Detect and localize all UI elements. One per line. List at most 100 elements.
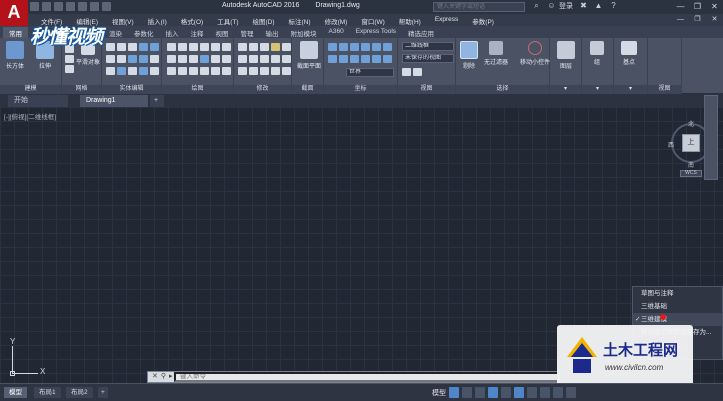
open-file-icon[interactable]: [42, 2, 51, 11]
point-icon[interactable]: [211, 55, 220, 63]
ucs-named-icon[interactable]: [383, 55, 392, 63]
command-history-icon[interactable]: ▸: [169, 372, 173, 382]
rectangle-icon[interactable]: [200, 43, 209, 51]
viewport-controls-label[interactable]: [-][俯视][二维线框]: [4, 111, 56, 121]
interfere-icon[interactable]: [106, 55, 115, 63]
model-space-toggle[interactable]: 模型: [432, 388, 446, 398]
polyline-icon[interactable]: [167, 43, 176, 51]
isodraft-icon[interactable]: [501, 387, 511, 398]
thicken-icon[interactable]: [150, 43, 159, 51]
lineweight-icon[interactable]: [527, 387, 537, 398]
menu-modify[interactable]: 修改(M): [318, 16, 355, 26]
helix-icon[interactable]: [200, 55, 209, 63]
trim-icon[interactable]: [282, 43, 291, 51]
region-icon[interactable]: [222, 55, 231, 63]
a360-icon[interactable]: ▲: [594, 1, 603, 11]
visual-style-dropdown[interactable]: 二维线框: [402, 42, 454, 51]
ucs-x-icon[interactable]: [383, 43, 392, 51]
ucs-origin-icon[interactable]: [350, 43, 359, 51]
group-label-layers[interactable]: ▾: [550, 85, 581, 94]
fillet-edge-icon[interactable]: [117, 55, 126, 63]
layout-tab-model[interactable]: 模型: [4, 387, 27, 398]
spline-icon[interactable]: [178, 55, 187, 63]
mesh-tool-3-icon[interactable]: [65, 65, 74, 73]
menu-window[interactable]: 窗口(W): [354, 16, 391, 26]
command-input[interactable]: [174, 372, 559, 382]
maximize-icon[interactable]: ❐: [689, 0, 706, 14]
group-label-solid-editing[interactable]: 实体编辑: [102, 85, 161, 94]
erase-icon[interactable]: [271, 43, 280, 51]
group-label-groups[interactable]: ▾: [582, 85, 613, 94]
ucs-3point-icon[interactable]: [372, 43, 381, 51]
ucs-world-icon[interactable]: [339, 43, 348, 51]
workspace-3d-basics[interactable]: 三维基础: [633, 300, 722, 313]
viewcube-face[interactable]: 上: [682, 134, 700, 152]
doc-tab-drawing1[interactable]: Drawing1: [80, 95, 148, 107]
offset-edge-icon[interactable]: [128, 67, 137, 75]
minimize-icon[interactable]: —: [672, 0, 689, 14]
separate-icon[interactable]: [150, 55, 159, 63]
color-edges-icon[interactable]: [150, 67, 159, 75]
ortho-icon[interactable]: [475, 387, 485, 398]
scale-icon[interactable]: [260, 43, 269, 51]
move-gizmo-button[interactable]: 移动小控件: [520, 41, 550, 66]
transparency-icon[interactable]: [540, 387, 550, 398]
menu-parametric[interactable]: 参数(P): [465, 16, 501, 26]
no-filter-button[interactable]: 无过滤器: [484, 41, 508, 66]
redo-icon[interactable]: [102, 2, 111, 11]
new-tab-button[interactable]: +: [150, 95, 164, 107]
close-command-icon[interactable]: ✕: [152, 372, 158, 382]
union-icon[interactable]: [106, 43, 115, 51]
polar-icon[interactable]: [488, 387, 498, 398]
application-menu-button[interactable]: A: [0, 0, 28, 26]
construction-line-icon[interactable]: [178, 67, 187, 75]
group-label-modify[interactable]: 修改: [234, 85, 291, 94]
copy-icon[interactable]: [238, 67, 247, 75]
user-icon[interactable]: ☺: [547, 1, 556, 11]
group-label-base[interactable]: ▾: [614, 85, 647, 94]
add-layout-button[interactable]: +: [98, 387, 108, 398]
boundary-icon[interactable]: [189, 67, 198, 75]
save-icon[interactable]: [54, 2, 63, 11]
menu-help[interactable]: 帮助(H): [392, 16, 428, 26]
doc-minimize-icon[interactable]: —: [672, 14, 689, 26]
menu-insert[interactable]: 插入(I): [141, 16, 174, 26]
group-label-view[interactable]: 视图: [398, 85, 455, 94]
subtract-icon[interactable]: [117, 43, 126, 51]
doc-close-icon[interactable]: ✕: [706, 14, 723, 26]
align-icon[interactable]: [249, 67, 258, 75]
menu-view[interactable]: 视图(V): [105, 16, 141, 26]
undo-icon[interactable]: [90, 2, 99, 11]
fillet-icon[interactable]: [271, 55, 280, 63]
mesh-tool-2-icon[interactable]: [65, 55, 74, 63]
world-ucs-dropdown[interactable]: 世界: [346, 68, 394, 77]
taper-faces-icon[interactable]: [139, 67, 148, 75]
wipeout-icon[interactable]: [222, 67, 231, 75]
ellipse-icon[interactable]: [189, 55, 198, 63]
ucs-face-icon[interactable]: [350, 55, 359, 63]
login-link[interactable]: 登录: [559, 1, 573, 11]
offset-icon[interactable]: [260, 67, 269, 75]
menu-format[interactable]: 格式(O): [174, 16, 210, 26]
compass-north[interactable]: 北: [688, 119, 694, 128]
print-icon[interactable]: [78, 2, 87, 11]
group-label-draw[interactable]: 绘图: [162, 85, 233, 94]
compass-south[interactable]: 南: [688, 160, 694, 169]
ucs-previous-icon[interactable]: [372, 55, 381, 63]
base-point-button[interactable]: 基点: [621, 41, 637, 66]
menu-draw[interactable]: 绘图(D): [246, 16, 282, 26]
menu-dimension[interactable]: 标注(N): [282, 16, 318, 26]
move-icon[interactable]: [238, 43, 247, 51]
group-label-view-2[interactable]: 视图: [648, 85, 681, 94]
doc-tab-start[interactable]: 开始: [8, 95, 68, 107]
rotate-icon[interactable]: [249, 43, 258, 51]
ray-icon[interactable]: [167, 67, 176, 75]
group-label-coordinates[interactable]: 坐标: [324, 85, 397, 94]
shell-icon[interactable]: [106, 67, 115, 75]
new-file-icon[interactable]: [30, 2, 39, 11]
saved-view-dropdown[interactable]: 未保存的视图: [402, 54, 454, 63]
3d-osnap-icon[interactable]: [566, 387, 576, 398]
save-as-icon[interactable]: [66, 2, 75, 11]
explode-icon[interactable]: [282, 55, 291, 63]
circle-icon[interactable]: [178, 43, 187, 51]
